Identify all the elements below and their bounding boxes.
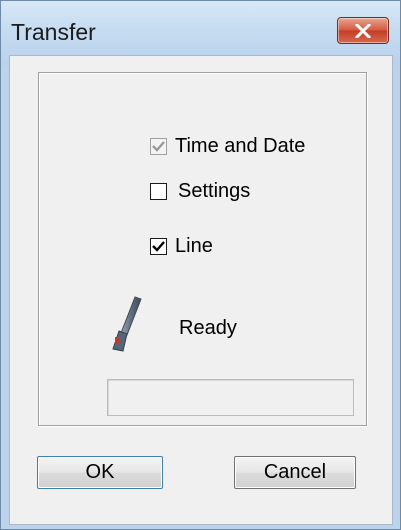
transfer-progress-bar [107, 379, 354, 416]
options-group: Time and Date Settings Line Ready [38, 72, 367, 426]
close-button[interactable] [337, 17, 389, 44]
option-settings[interactable]: Settings [150, 180, 250, 203]
checkmark-icon [152, 241, 165, 252]
checkmark-icon [152, 141, 165, 152]
time-and-date-label: Time and Date [175, 135, 306, 157]
line-checkbox[interactable] [150, 238, 167, 255]
cancel-button[interactable]: Cancel [234, 456, 356, 489]
cable-icon [105, 295, 149, 360]
option-time-and-date[interactable]: Time and Date [150, 135, 305, 158]
settings-label: Settings [178, 180, 251, 202]
dialog-body: Time and Date Settings Line Ready OK Can… [9, 55, 393, 525]
close-icon [355, 23, 371, 38]
transfer-dialog: Transfer Time and Date Settings Line Rea… [0, 0, 401, 530]
time-and-date-checkbox[interactable] [150, 138, 167, 155]
status-text: Ready [179, 317, 237, 339]
window-title: Transfer [11, 19, 96, 45]
line-label: Line [175, 235, 213, 257]
settings-checkbox[interactable] [150, 183, 167, 200]
ok-button[interactable]: OK [37, 456, 163, 489]
option-line[interactable]: Line [150, 235, 213, 258]
